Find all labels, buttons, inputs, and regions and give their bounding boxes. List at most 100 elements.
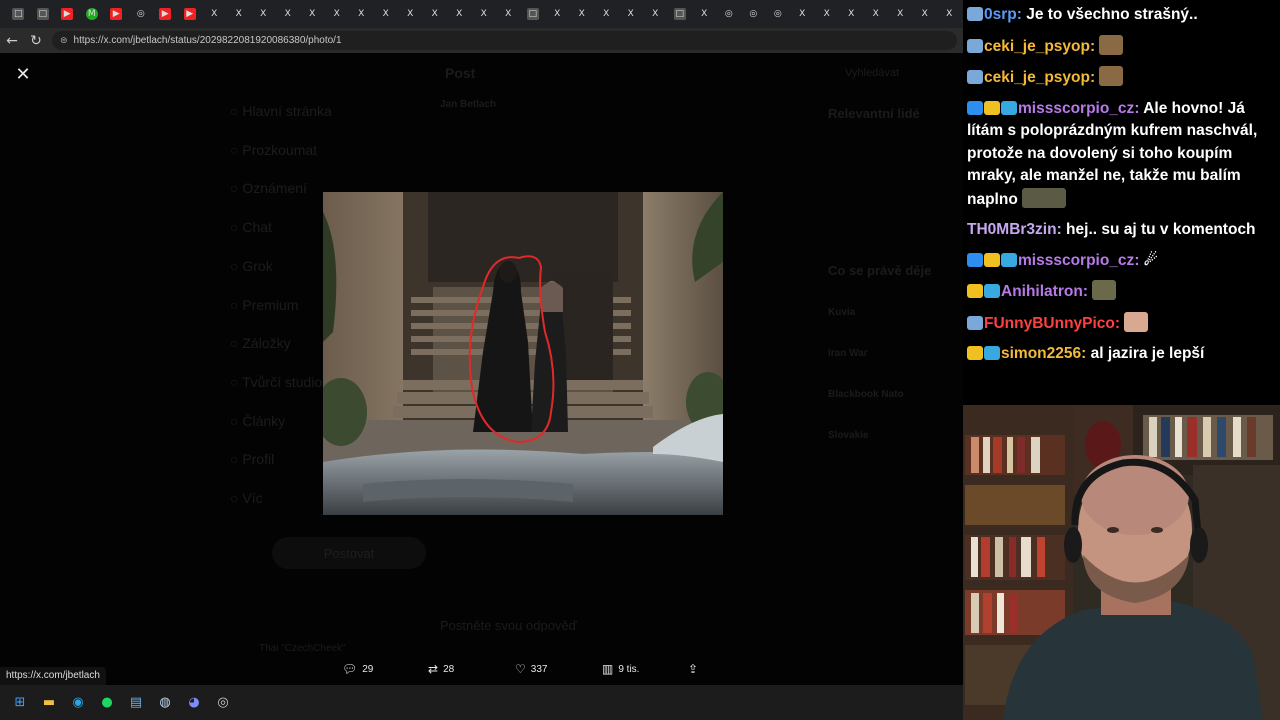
- browser-tab[interactable]: X: [398, 3, 423, 25]
- browser-tab[interactable]: X: [251, 3, 276, 25]
- author-name[interactable]: Jan Betlach: [440, 99, 496, 110]
- chat-username[interactable]: ceki_je_psyop: [984, 38, 1090, 55]
- trend-item[interactable]: Slovakie: [828, 430, 869, 441]
- trend-item[interactable]: Kuvia: [828, 307, 855, 318]
- nav-item-label: Hlavní stránka: [242, 103, 332, 119]
- nav-item[interactable]: ○ Víc: [230, 490, 263, 506]
- reply-button[interactable]: 💬︎ 29: [342, 662, 428, 676]
- browser-tab[interactable]: X: [496, 3, 521, 25]
- nav-item[interactable]: ○ Záložky: [230, 335, 291, 351]
- trend-item[interactable]: Blackbook Nato: [828, 389, 904, 400]
- browser-tab[interactable]: X: [643, 3, 668, 25]
- browser-tab[interactable]: □: [521, 3, 546, 25]
- reload-icon[interactable]: ↻: [24, 28, 48, 53]
- browser-tab[interactable]: ◎: [741, 3, 766, 25]
- browser-tab[interactable]: X: [202, 3, 227, 25]
- chat-username[interactable]: Anihilatron: [1001, 283, 1083, 300]
- chat-message: missscorpio_cz: ☄: [967, 250, 1276, 273]
- chat-username[interactable]: simon2256: [1001, 345, 1081, 362]
- chat-username[interactable]: missscorpio_cz: [1018, 100, 1134, 117]
- chat-username[interactable]: ceki_je_psyop: [984, 69, 1090, 86]
- browser-tab[interactable]: X: [594, 3, 619, 25]
- account-preview[interactable]: Thai "CzechCheek": [259, 643, 346, 654]
- nav-item[interactable]: ○ Články: [230, 413, 285, 429]
- browser-tab[interactable]: X: [472, 3, 497, 25]
- address-bar[interactable]: ⊜ https://x.com/jbetlach/status/20298220…: [52, 31, 957, 50]
- trend-item[interactable]: Iran War: [828, 348, 868, 359]
- chat-username[interactable]: FUnnyBUnnyPico: [984, 315, 1115, 332]
- browser-tab[interactable]: X: [447, 3, 472, 25]
- browser-tab[interactable]: X: [790, 3, 815, 25]
- browser-tab[interactable]: X: [423, 3, 448, 25]
- like-button[interactable]: ♡ 337: [515, 662, 602, 676]
- tab-favicon-icon: X: [872, 9, 879, 19]
- browser-tab[interactable]: M: [80, 3, 105, 25]
- tab-favicon-icon: ▶: [183, 8, 196, 20]
- back-icon[interactable]: ←: [0, 28, 24, 53]
- tab-favicon-icon: ◎: [724, 9, 733, 19]
- repost-button[interactable]: ⇄ 28: [428, 662, 515, 676]
- browser-tab[interactable]: □: [6, 3, 31, 25]
- spotify-icon[interactable]: ●: [97, 693, 117, 713]
- chat-username[interactable]: 0srp: [984, 6, 1017, 23]
- browser-tab[interactable]: X: [349, 3, 374, 25]
- browser-tab[interactable]: X: [864, 3, 889, 25]
- tab-favicon-icon: X: [823, 9, 830, 19]
- discord-icon[interactable]: ◕: [184, 693, 204, 713]
- browser-tab[interactable]: X: [815, 3, 840, 25]
- file-explorer-icon[interactable]: ▬: [39, 693, 59, 713]
- browser-tab[interactable]: X: [692, 3, 717, 25]
- browser-tab[interactable]: ▶: [153, 3, 178, 25]
- browser-tab[interactable]: X: [839, 3, 864, 25]
- notepad-icon[interactable]: ▤: [126, 693, 146, 713]
- reply-input[interactable]: Postněte svou odpověď: [440, 618, 577, 633]
- chat-username[interactable]: missscorpio_cz: [1018, 252, 1134, 269]
- browser-tab[interactable]: ▶: [55, 3, 80, 25]
- close-icon[interactable]: ✕: [12, 63, 34, 85]
- browser-tab[interactable]: X: [325, 3, 350, 25]
- browser-tab[interactable]: X: [374, 3, 399, 25]
- browser-tab[interactable]: ▶: [104, 3, 129, 25]
- browser-tab[interactable]: X: [913, 3, 938, 25]
- post-photo[interactable]: [323, 192, 723, 515]
- browser-tab[interactable]: X: [545, 3, 570, 25]
- browser-tab[interactable]: X: [570, 3, 595, 25]
- browser-tab[interactable]: ◎: [129, 3, 154, 25]
- steam-icon[interactable]: ◍: [155, 693, 175, 713]
- site-info-icon[interactable]: ⊜: [60, 36, 68, 46]
- nav-item[interactable]: ○ Premium: [230, 297, 298, 313]
- browser-tab[interactable]: □: [31, 3, 56, 25]
- nav-item[interactable]: ○ Profil: [230, 451, 274, 467]
- nav-item[interactable]: ○ Prozkoumat: [230, 142, 317, 158]
- windows-icon[interactable]: ⊞: [10, 693, 30, 713]
- nav-item[interactable]: ○ Hlavní stránka: [230, 103, 332, 119]
- search-input[interactable]: Vyhledávat: [845, 67, 899, 79]
- edge-icon[interactable]: ◉: [68, 693, 88, 713]
- nav-icon: ○: [230, 141, 243, 158]
- views-button[interactable]: ▥ 9 tis.: [602, 662, 688, 676]
- browser-tab[interactable]: X: [937, 3, 962, 25]
- nav-item[interactable]: ○ Grok: [230, 258, 273, 274]
- url-text: https://x.com/jbetlach/status/2029822081…: [73, 35, 342, 46]
- nav-item-label: Oznámení: [242, 180, 307, 197]
- browser-tab[interactable]: ◎: [766, 3, 791, 25]
- browser-tab[interactable]: ◎: [717, 3, 742, 25]
- chrome-icon[interactable]: ◎: [213, 693, 233, 713]
- browser-tab[interactable]: X: [276, 3, 301, 25]
- post-button[interactable]: Postovat: [272, 537, 426, 569]
- chat-username[interactable]: TH0MBr3zin: [967, 221, 1057, 238]
- browser-tab[interactable]: □: [668, 3, 693, 25]
- share-button[interactable]: ⇪: [688, 662, 698, 676]
- browser-tab[interactable]: X: [300, 3, 325, 25]
- nav-item[interactable]: ○ Oznámení: [230, 180, 307, 196]
- browser-tab[interactable]: ▶: [178, 3, 203, 25]
- browser-tab[interactable]: X: [227, 3, 252, 25]
- nav-item-label: Chat: [242, 219, 272, 236]
- browser-tab[interactable]: X: [888, 3, 913, 25]
- chat-badge-icon: [984, 252, 1000, 267]
- nav-item[interactable]: ○ Chat: [230, 219, 272, 235]
- nav-item[interactable]: ○ Tvůrčí studio: [230, 374, 322, 390]
- browser-toolbar: ← ↻ ⊜ https://x.com/jbetlach/status/2029…: [0, 28, 963, 53]
- browser-tab[interactable]: X: [619, 3, 644, 25]
- tab-favicon-icon: X: [652, 9, 659, 19]
